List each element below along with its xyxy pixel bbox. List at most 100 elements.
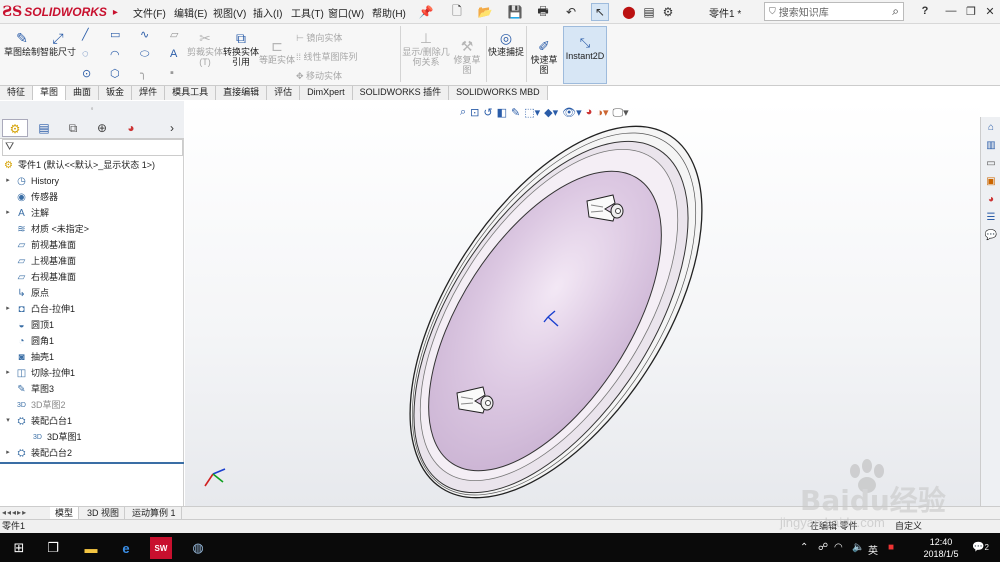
point-icon[interactable]: ▪ xyxy=(170,67,174,79)
ellipse-icon[interactable]: ⬭ xyxy=(140,48,149,61)
tree-item[interactable]: ≋ 材质 <未指定> xyxy=(4,221,89,237)
feature-tree-filter-input[interactable]: ⛛ xyxy=(2,139,183,156)
tray-wifi-icon[interactable]: ◠ xyxy=(834,542,843,553)
tree-root-part[interactable]: ⚙ 零件1 (默认<<默认>_显示状态 1>) xyxy=(2,157,155,173)
tree-item[interactable]: ✎ 草图3 xyxy=(4,381,54,397)
file-explorer-icon[interactable]: ▭ xyxy=(983,156,999,171)
tray-network-icon[interactable]: ☍ xyxy=(818,542,828,553)
appearances-icon[interactable]: ◕ xyxy=(983,192,999,207)
menu-view[interactable]: 视图(V) xyxy=(213,5,246,20)
tree-item[interactable]: ▾ ⛭ 装配凸台1 xyxy=(4,413,72,429)
tab-weldments[interactable]: 焊件 xyxy=(132,86,166,100)
slot-icon[interactable]: ⊙ xyxy=(82,67,91,80)
tab-sketch[interactable]: 草图 xyxy=(33,86,67,100)
close-button[interactable]: ✕ xyxy=(982,3,998,19)
app-taskbar-icon[interactable]: ◍ xyxy=(187,537,209,559)
file-explorer-taskbar-icon[interactable]: ▬ xyxy=(80,537,102,559)
tree-item[interactable]: ◔ 圆角1 xyxy=(4,333,54,349)
notification-center-icon[interactable]: 💬2 xyxy=(972,542,989,553)
property-manager-tab-icon[interactable]: ▤ xyxy=(31,119,57,137)
dish-part[interactable] xyxy=(351,101,761,519)
tree-item[interactable]: ◉ 传感器 xyxy=(4,189,58,205)
convert-entities-button[interactable]: ⧉ 转换实体引用 xyxy=(223,28,259,67)
tree-item[interactable]: ▸ ◘ 凸台-拉伸1 xyxy=(4,301,75,317)
text-icon[interactable]: A xyxy=(170,48,177,60)
custom-properties-icon[interactable]: ☰ xyxy=(983,210,999,225)
menu-window[interactable]: 窗口(W) xyxy=(328,5,364,20)
edge-browser-icon[interactable]: e xyxy=(115,537,137,559)
fillet-sketch-icon[interactable]: ╮ xyxy=(140,67,147,80)
tree-item[interactable]: ▸ ⛭ 装配凸台2 xyxy=(4,445,72,461)
taskbar-clock[interactable]: 12:40 2018/1/5 xyxy=(916,536,966,560)
quick-snaps-button[interactable]: ◎ 快速捕捉 xyxy=(488,28,524,57)
tree-item[interactable]: 3D 3D草图2 xyxy=(4,397,66,413)
mirror-entities-button[interactable]: ⊢ 镜向实体 xyxy=(296,31,342,44)
design-library-icon[interactable]: ▥ xyxy=(983,138,999,153)
rectangle-icon[interactable]: ▭ xyxy=(110,28,120,41)
panel-grip-icon[interactable]: ◦ xyxy=(0,101,184,117)
polygon-icon[interactable]: ⬡ xyxy=(110,67,120,80)
save-icon[interactable]: 💾 xyxy=(506,3,524,21)
tab-surfaces[interactable]: 曲面 xyxy=(66,86,100,100)
tray-chevron-icon[interactable]: ⌃ xyxy=(800,542,808,553)
home-icon[interactable]: ⌂ xyxy=(983,120,999,135)
tab-direct-editing[interactable]: 直接编辑 xyxy=(216,86,268,100)
tree-item[interactable]: ▸ ◫ 切除-拉伸1 xyxy=(4,365,75,381)
tree-item[interactable]: ▱ 右视基准面 xyxy=(4,269,76,285)
tab-evaluate[interactable]: 评估 xyxy=(267,86,301,100)
tree-item[interactable]: ▱ 前视基准面 xyxy=(4,237,76,253)
repair-sketch-button[interactable]: ⚒ 修复草图 xyxy=(452,36,482,75)
move-entities-button[interactable]: ✥ 移动实体 xyxy=(296,69,342,82)
view-palette-icon[interactable]: ▣ xyxy=(983,174,999,189)
solidworks-taskbar-icon[interactable]: SW xyxy=(150,537,172,559)
menu-edit[interactable]: 编辑(E) xyxy=(174,5,207,20)
tab-scroll-arrows-icon[interactable]: ◂◂◂▸▸ xyxy=(2,508,27,517)
rollback-bar[interactable] xyxy=(0,462,184,464)
spline-icon[interactable]: ∿ xyxy=(140,28,149,41)
search-scope-icon[interactable]: ⛉ xyxy=(769,6,776,17)
options-gear-icon[interactable]: ⚙ xyxy=(659,3,677,21)
smart-dimension-button[interactable]: ⤢ 智能尺寸 xyxy=(40,28,76,57)
trim-entities-button[interactable]: ✂ 剪裁实体(T) xyxy=(187,28,223,67)
menu-file[interactable]: 文件(F) xyxy=(133,5,166,20)
task-view-icon[interactable]: ❐ xyxy=(42,537,64,559)
tray-ime-label[interactable]: 英 xyxy=(868,542,878,557)
print-icon[interactable]: 🖶 xyxy=(534,3,552,21)
tree-item[interactable]: ▸ A 注解 xyxy=(4,205,49,221)
sketch-button[interactable]: ✎ 草图绘制 xyxy=(4,28,40,57)
solidworks-logo[interactable]: ƧS SOLIDWORKS ▸ xyxy=(2,3,118,21)
tray-volume-icon[interactable]: 🔈 xyxy=(852,542,864,553)
circle-icon[interactable]: ◌ xyxy=(82,48,89,60)
tree-item[interactable]: ◙ 抽壳1 xyxy=(4,349,54,365)
tree-item[interactable]: ▱ 上视基准面 xyxy=(4,253,76,269)
configuration-manager-tab-icon[interactable]: ⧉ xyxy=(60,119,86,137)
tab-mold-tools[interactable]: 模具工具 xyxy=(165,86,217,100)
tree-expand-icon[interactable]: ▸ xyxy=(4,365,12,381)
tab-dimxpert[interactable]: DimXpert xyxy=(300,86,353,100)
tree-expand-icon[interactable]: ▸ xyxy=(4,173,12,189)
tree-item[interactable]: 3D 3D草图1 xyxy=(20,429,82,445)
tree-expand-icon[interactable]: ▸ xyxy=(4,301,12,317)
forum-icon[interactable]: 💬 xyxy=(983,228,999,243)
tree-expand-icon[interactable]: ▸ xyxy=(4,445,12,461)
rapid-sketch-button[interactable]: ✐ 快速草图 xyxy=(527,36,561,75)
open-folder-icon[interactable]: 📂 xyxy=(476,3,494,21)
menu-help[interactable]: 帮助(H) xyxy=(372,5,406,20)
tab-features[interactable]: 特征 xyxy=(0,86,34,100)
tray-app-icon[interactable]: ■ xyxy=(888,542,894,553)
instant2d-button[interactable]: ⤡ Instant2D xyxy=(563,26,607,84)
file-properties-icon[interactable]: ▤ xyxy=(640,3,658,21)
pin-icon[interactable]: 📌 xyxy=(417,3,435,21)
tree-item[interactable]: ◒ 圆顶1 xyxy=(4,317,54,333)
plane-sketch-icon[interactable]: ▱ xyxy=(170,28,178,41)
tree-expand-icon[interactable]: ▸ xyxy=(4,205,12,221)
linear-pattern-button[interactable]: ⁞⁞ 线性草图阵列 xyxy=(296,50,358,63)
tab-solidworks-mbd[interactable]: SOLIDWORKS MBD xyxy=(449,86,548,100)
help-button[interactable]: ? xyxy=(917,3,933,19)
tree-item[interactable]: ▸ ◷ History xyxy=(4,173,59,189)
tab-sheet-metal[interactable]: 钣金 xyxy=(99,86,133,100)
select-cursor-icon[interactable]: ↖ xyxy=(591,3,609,21)
undo-icon[interactable]: ↶ xyxy=(562,3,580,21)
display-manager-tab-icon[interactable]: ◕ xyxy=(118,119,144,137)
tree-item[interactable]: ↳ 原点 xyxy=(4,285,49,301)
